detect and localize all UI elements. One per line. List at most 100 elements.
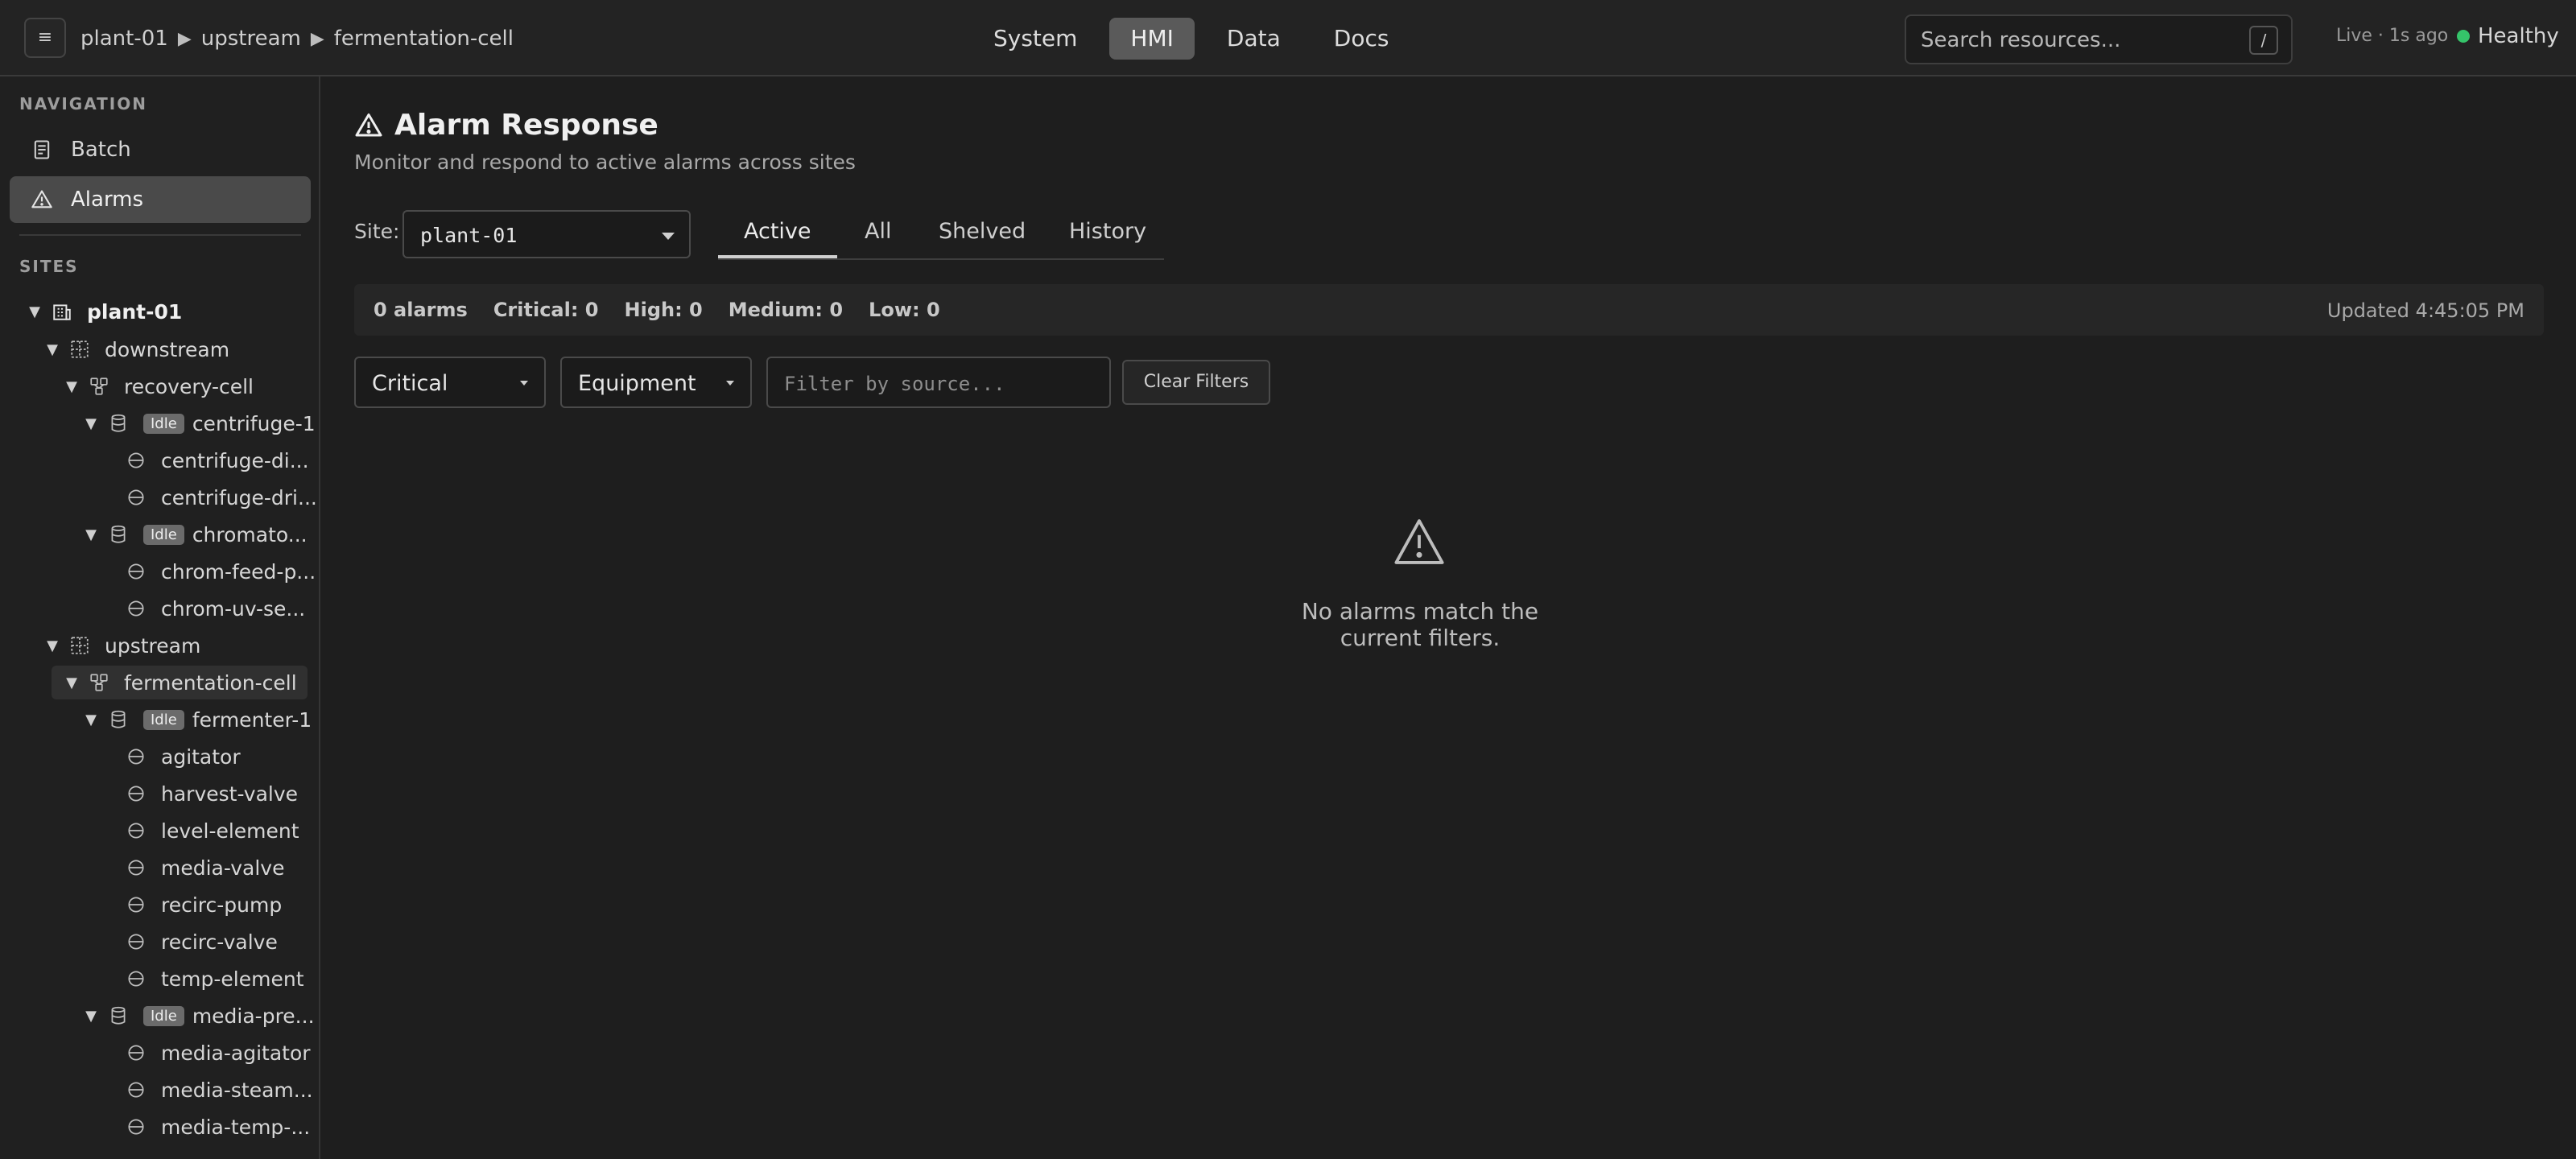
equipment-icon (128, 971, 144, 987)
tree-equipment[interactable]: media-valve (126, 851, 284, 885)
building-icon (53, 304, 71, 320)
equipment-icon (128, 860, 144, 876)
clear-filters-button[interactable]: Clear Filters (1122, 360, 1270, 405)
site-label: Site: (354, 220, 400, 243)
tree-equipment[interactable]: centrifuge-dri... (126, 481, 317, 514)
page-title: Alarm Response (394, 109, 658, 142)
breadcrumb-area[interactable]: upstream (201, 27, 301, 51)
breadcrumb-cell[interactable]: fermentation-cell (334, 27, 514, 51)
alarm-tabs: Active All Shelved History (718, 208, 1164, 260)
status-badge: Idle (143, 413, 184, 434)
site-select-value: plant-01 (420, 224, 518, 247)
equipment-icon (128, 897, 144, 913)
tree-area-upstream[interactable]: ▼ upstream (45, 629, 200, 662)
tree-label: level-element (161, 819, 299, 843)
database-icon (111, 414, 126, 432)
tree-site-plant[interactable]: ▼ plant-01 (27, 295, 182, 328)
source-filter (766, 357, 1111, 408)
tab-all[interactable]: All (839, 213, 917, 258)
main-content: Alarm Response Monitor and respond to ac… (322, 76, 2576, 1159)
tree-label: fermentation-cell (124, 670, 297, 695)
tree-equipment[interactable]: chrom-feed-p... (126, 555, 316, 588)
tree-cell-fermentation[interactable]: ▼ fermentation-cell (52, 666, 308, 699)
navigation-heading: NAVIGATION (19, 94, 147, 113)
site-select[interactable]: plant-01 (402, 210, 691, 258)
tab-shelved[interactable]: Shelved (913, 213, 1051, 258)
tree-equipment[interactable]: recirc-pump (126, 888, 282, 922)
nav-system[interactable]: System (972, 18, 1098, 60)
tree-label: chrom-uv-se... (161, 596, 306, 621)
tree-equipment[interactable]: media-temp-... (126, 1110, 310, 1144)
tree-equipment[interactable]: agitator (126, 740, 241, 773)
triangle-down-icon: ▼ (29, 303, 40, 320)
database-icon (111, 710, 126, 728)
page-subtitle: Monitor and respond to active alarms acr… (354, 151, 856, 174)
health-label: Healthy (2478, 24, 2559, 48)
medium-count: Medium: 0 (728, 299, 844, 321)
page-header: Alarm Response (354, 109, 658, 142)
sites-heading: SITES (19, 257, 79, 276)
equipment-icon (128, 786, 144, 802)
tree-equipment[interactable]: recirc-valve (126, 925, 278, 959)
tree-label: upstream (105, 633, 201, 658)
equipment-icon (128, 489, 144, 505)
menu-button[interactable]: ≡ (24, 18, 66, 58)
tree-unit-media[interactable]: ▼ Idle media-pre... (84, 999, 314, 1033)
health-indicator: Healthy (2457, 24, 2559, 48)
equipment-icon (128, 600, 144, 617)
tree-equipment[interactable]: media-agitator (126, 1036, 311, 1070)
triangle-down-icon: ▼ (47, 340, 58, 358)
tree-label: centrifuge-di... (161, 448, 309, 472)
triangle-down-icon: ▼ (85, 415, 97, 432)
search-input[interactable] (1921, 24, 2243, 56)
severity-filter[interactable]: Critical (354, 357, 546, 408)
tree-equipment[interactable]: level-element (126, 814, 299, 848)
nav-docs[interactable]: Docs (1313, 18, 1410, 60)
tree-equipment[interactable]: chrom-uv-se... (126, 592, 305, 625)
status-badge: Idle (143, 709, 184, 730)
tree-label: media-valve (161, 856, 285, 880)
source-filter-input[interactable] (784, 369, 1090, 398)
tree-cell-recovery[interactable]: ▼ recovery-cell (64, 369, 254, 403)
shortcut-hint: / (2249, 26, 2278, 55)
tree-equipment[interactable]: harvest-valve (126, 777, 298, 810)
status-badge: Idle (143, 524, 184, 545)
top-bar: ≡ plant-01 ▶ upstream ▶ fermentation-cel… (0, 0, 2576, 76)
tree-equipment[interactable]: temp-element (126, 962, 304, 996)
sidebar-item-alarms[interactable]: Alarms (10, 176, 311, 223)
alarm-count: 0 alarms (374, 299, 468, 321)
tab-active[interactable]: Active (718, 213, 837, 258)
tab-history[interactable]: History (1043, 213, 1172, 258)
category-filter[interactable]: Equipment (560, 357, 752, 408)
tree-unit-fermenter[interactable]: ▼ Idle fermenter-1 (84, 703, 312, 736)
tree-label: chromato... (192, 522, 308, 547)
tree-label: media-agitator (161, 1041, 311, 1065)
tree-label: recirc-valve (161, 930, 278, 954)
breadcrumb-site[interactable]: plant-01 (80, 27, 168, 51)
tree-label: temp-element (161, 967, 304, 991)
search-box: / (1905, 14, 2293, 64)
critical-count: Critical: 0 (493, 299, 599, 321)
tree-label: downstream (105, 337, 230, 361)
live-status: Live · 1s ago (2336, 26, 2449, 46)
alarm-summary-bar: 0 alarms Critical: 0 High: 0 Medium: 0 L… (354, 284, 2544, 336)
warning-icon (355, 113, 382, 136)
tree-label: plant-01 (87, 299, 183, 324)
tree-area-downstream[interactable]: ▼ downstream (45, 332, 229, 366)
nav-data[interactable]: Data (1206, 18, 1302, 60)
triangle-down-icon: ▼ (85, 1007, 97, 1025)
nav-hmi[interactable]: HMI (1109, 18, 1195, 60)
cell-icon (90, 377, 108, 395)
equipment-icon (128, 823, 144, 839)
sidebar-item-batch[interactable]: Batch (10, 126, 311, 173)
breadcrumb: plant-01 ▶ upstream ▶ fermentation-cell (80, 23, 514, 55)
tree-unit-centrifuge[interactable]: ▼ Idle centrifuge-1 (84, 406, 316, 440)
caret-down-icon (520, 381, 528, 386)
tree-label: centrifuge-1 (192, 411, 316, 435)
triangle-down-icon: ▼ (85, 526, 97, 543)
tree-label: recirc-pump (161, 893, 283, 917)
tree-equipment[interactable]: media-steam... (126, 1073, 313, 1107)
tree-equipment[interactable]: centrifuge-di... (126, 443, 309, 477)
equipment-icon (128, 1082, 144, 1098)
tree-unit-chromato[interactable]: ▼ Idle chromato... (84, 518, 308, 551)
